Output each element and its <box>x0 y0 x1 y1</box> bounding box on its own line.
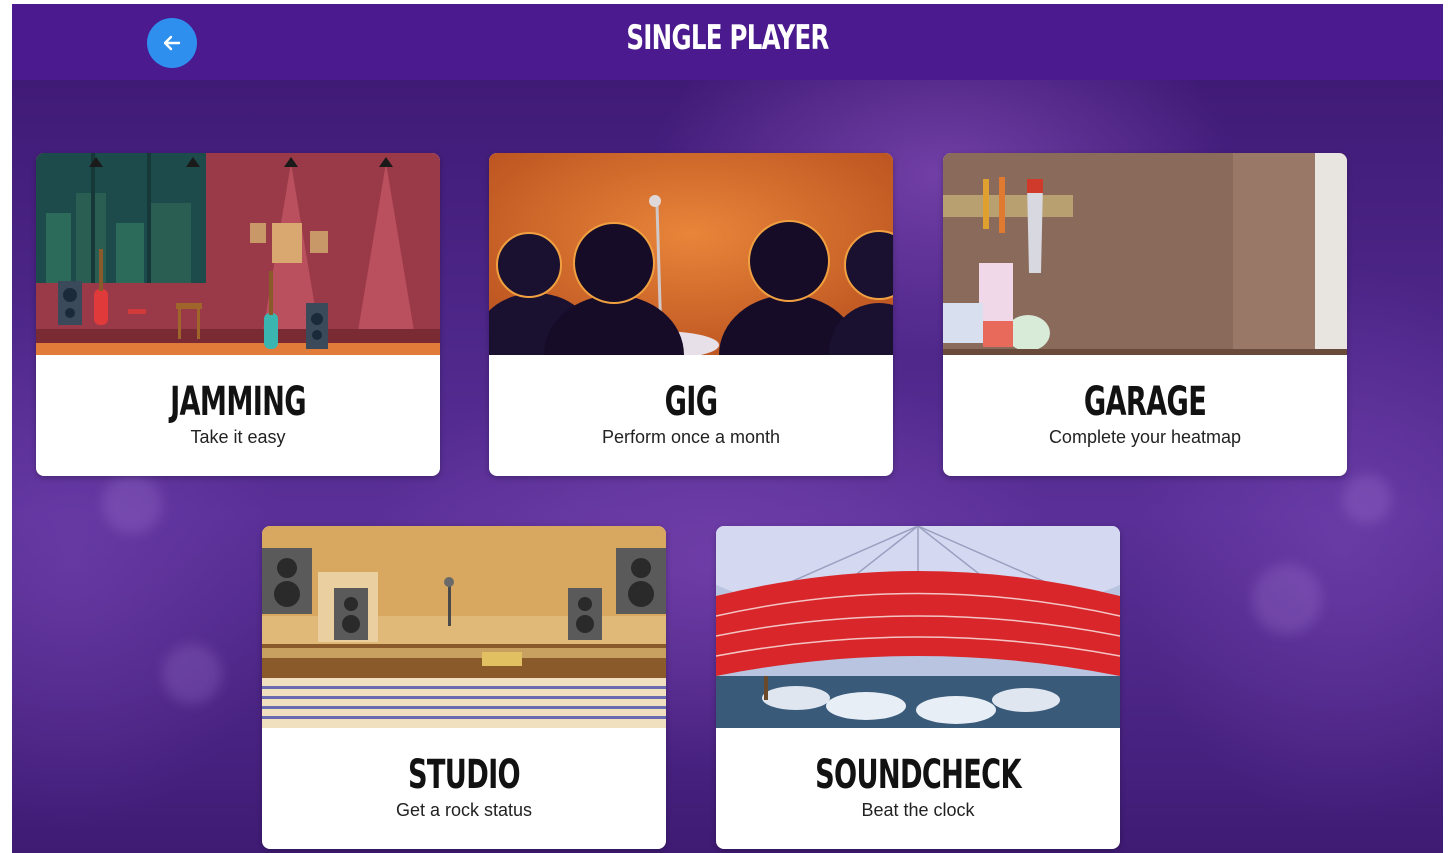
mode-card-jamming[interactable]: JAMMING Take it easy <box>36 153 440 476</box>
mode-title: STUDIO <box>408 752 521 798</box>
jamming-stage-illustration <box>36 153 440 355</box>
background-light <box>162 644 222 704</box>
mode-card-garage[interactable]: GARAGE Complete your heatmap <box>943 153 1347 476</box>
top-bar: SINGLE PLAYER <box>12 4 1443 80</box>
mode-subtitle: Complete your heatmap <box>1048 427 1242 447</box>
mode-subtitle: Beat the clock <box>861 800 975 820</box>
background-light <box>1342 474 1392 524</box>
single-player-screen: SINGLE PLAYER JAMMING Take it easy GIG P… <box>12 4 1443 853</box>
mode-card-gig[interactable]: GIG Perform once a month <box>489 153 893 476</box>
mode-card-studio[interactable]: STUDIO Get a rock status <box>262 526 666 849</box>
background-light <box>102 474 162 534</box>
garage-tools-illustration <box>943 153 1347 355</box>
back-button[interactable] <box>147 18 197 68</box>
mode-subtitle: Perform once a month <box>601 427 781 447</box>
page-title: SINGLE PLAYER <box>626 18 829 58</box>
background-light <box>1252 564 1322 634</box>
mode-card-soundcheck[interactable]: SOUNDCHECK Beat the clock <box>716 526 1120 849</box>
mode-title: JAMMING <box>170 379 306 425</box>
mode-subtitle: Get a rock status <box>395 800 533 820</box>
mode-title: GIG <box>664 379 718 425</box>
mode-subtitle: Take it easy <box>190 427 286 447</box>
arrow-left-icon <box>163 35 181 51</box>
mode-title: SOUNDCHECK <box>815 752 1021 798</box>
gig-audience-illustration <box>489 153 893 355</box>
arena-stage-illustration <box>716 526 1120 728</box>
mode-title: GARAGE <box>1083 379 1207 425</box>
studio-mixing-desk-illustration <box>262 526 666 728</box>
